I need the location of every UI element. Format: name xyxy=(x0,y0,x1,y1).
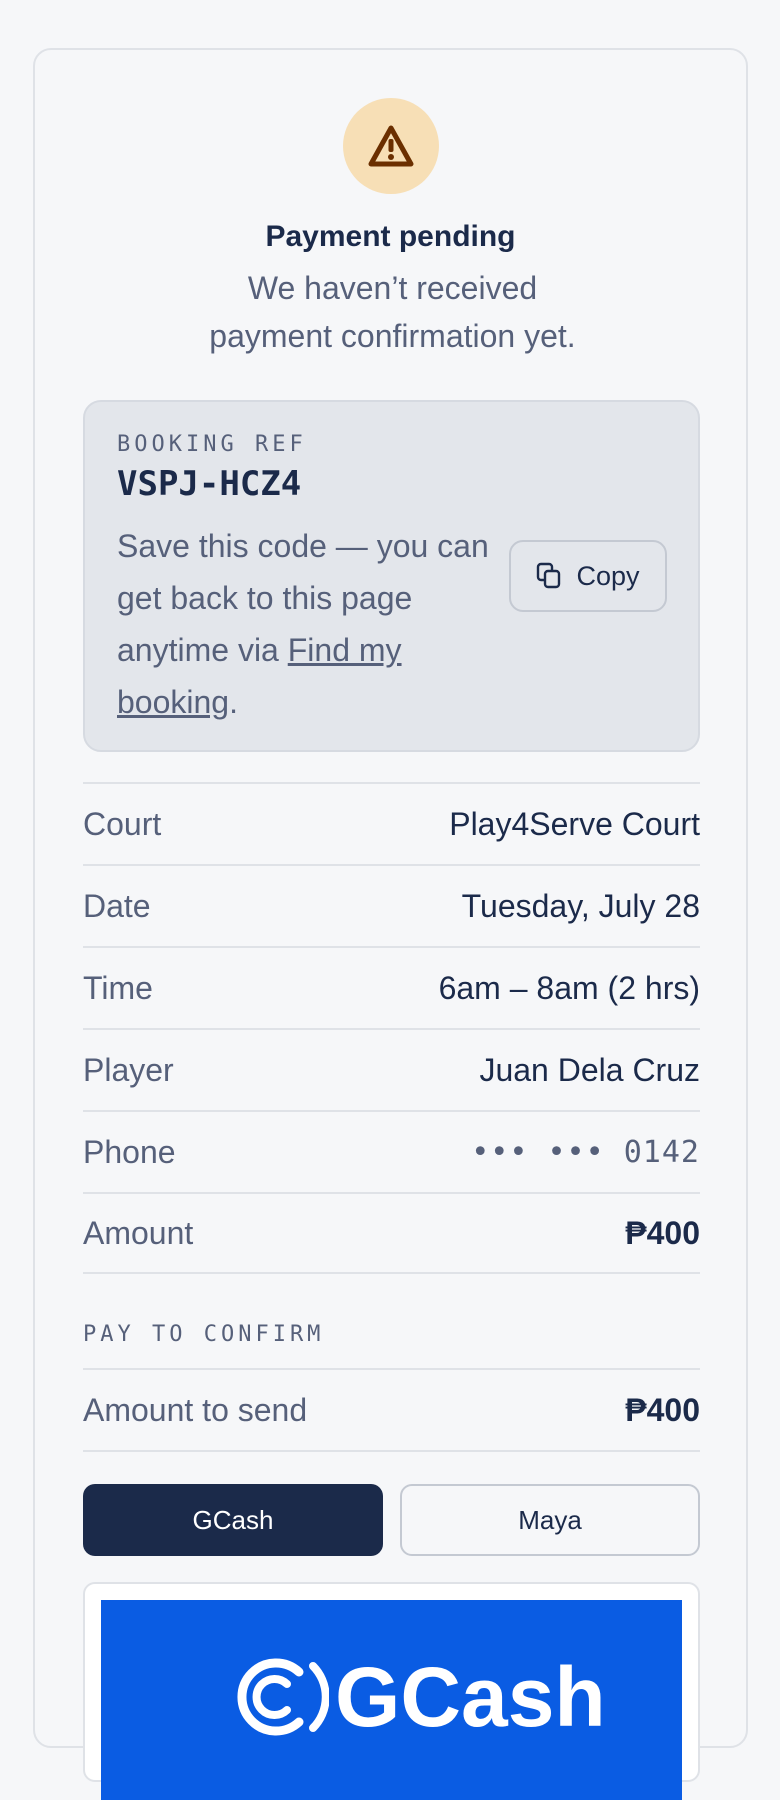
gcash-logo-text: GCash xyxy=(335,1650,606,1744)
detail-row-player: Player Juan Dela Cruz xyxy=(83,1028,700,1110)
detail-row-amount: Amount ₱400 xyxy=(83,1192,700,1274)
copy-icon xyxy=(537,562,561,589)
booking-details: Court Play4Serve Court Date Tuesday, Jul… xyxy=(83,782,700,1274)
copy-button-label: Copy xyxy=(576,560,640,591)
amount-to-send-row: Amount to send ₱400 xyxy=(83,1368,700,1452)
method-tab-maya[interactable]: Maya xyxy=(400,1484,700,1556)
detail-value: ₱400 xyxy=(625,1214,700,1251)
booking-ref-box: BOOKING REF VSPJ-HCZ4 Save this code — y… xyxy=(83,400,700,752)
status-message: We haven’t received payment confirmation… xyxy=(209,270,576,354)
booking-ref-note: Save this code — you can get back to thi… xyxy=(117,520,497,728)
copy-button[interactable]: Copy xyxy=(509,540,667,612)
payment-qr-frame: GCash xyxy=(83,1582,700,1800)
method-tab-gcash[interactable]: GCash xyxy=(83,1484,383,1556)
amount-to-send-label: Amount to send xyxy=(83,1391,308,1428)
detail-label: Time xyxy=(83,969,153,1006)
status-title: Payment pending xyxy=(265,220,516,253)
detail-row-time: Time 6am – 8am (2 hrs) xyxy=(83,946,700,1028)
detail-value: Tuesday, July 28 xyxy=(461,887,700,924)
detail-label: Court xyxy=(83,805,162,842)
detail-row-phone: Phone ••• ••• 0142 xyxy=(83,1110,700,1192)
detail-label: Player xyxy=(83,1051,174,1088)
pay-section-label: PAY TO CONFIRM xyxy=(83,1322,325,1347)
booking-status-card: Payment pending We haven’t received paym… xyxy=(33,48,748,1800)
gcash-logo: GCash xyxy=(229,1652,606,1742)
warning-badge xyxy=(343,98,439,194)
amount-to-send-value: ₱400 xyxy=(625,1391,700,1428)
detail-row-date: Date Tuesday, July 28 xyxy=(83,864,700,946)
detail-value: Juan Dela Cruz xyxy=(479,1051,700,1088)
detail-value-masked-phone: ••• ••• 0142 xyxy=(471,1134,700,1170)
detail-label: Phone xyxy=(83,1133,176,1170)
gcash-banner: GCash xyxy=(101,1600,682,1800)
detail-label: Amount xyxy=(83,1214,194,1251)
detail-row-court: Court Play4Serve Court xyxy=(83,782,700,864)
booking-ref-code: VSPJ-HCZ4 xyxy=(117,464,302,504)
detail-value: Play4Serve Court xyxy=(449,805,700,842)
booking-ref-note-suffix: . xyxy=(229,684,238,720)
gcash-mark-icon xyxy=(237,1658,329,1736)
booking-ref-label: BOOKING REF xyxy=(117,432,307,457)
detail-label: Date xyxy=(83,887,151,924)
detail-value: 6am – 8am (2 hrs) xyxy=(438,969,700,1006)
warning-triangle-icon xyxy=(368,125,414,167)
